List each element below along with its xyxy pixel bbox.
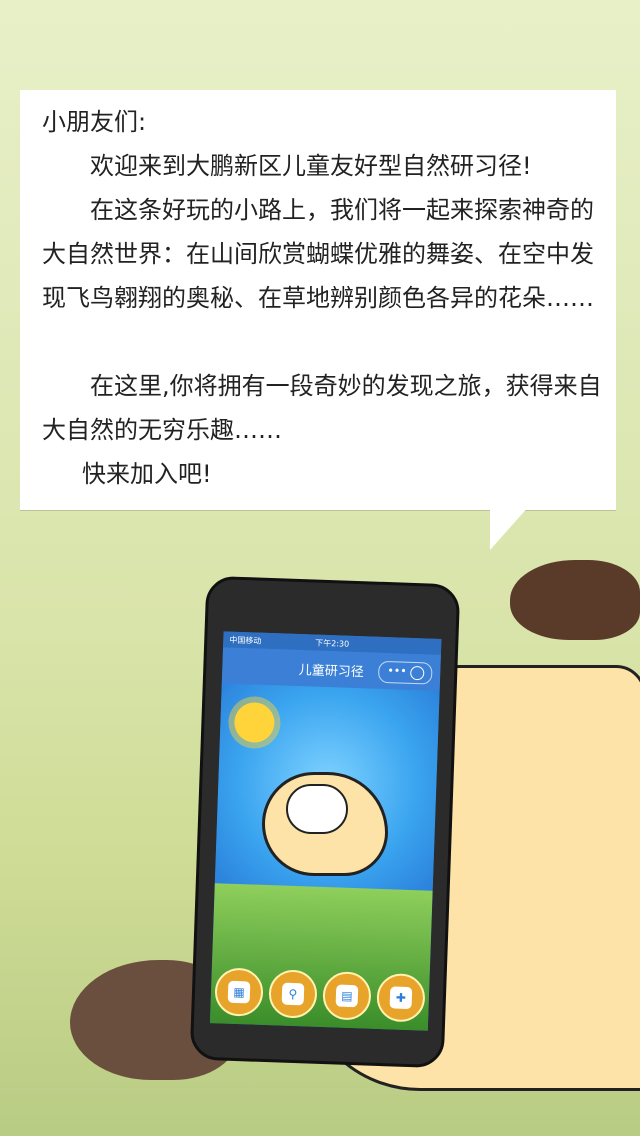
close-icon[interactable] — [410, 665, 425, 681]
mini-program-capsule[interactable]: ••• — [377, 660, 433, 685]
status-time: 下午2:30 — [315, 638, 350, 649]
intro-paragraph-1: 欢迎来到大鹏新区儿童友好型自然研习径! — [90, 152, 532, 180]
map-pin-icon: ⚲ — [281, 982, 305, 1006]
speech-bubble: 小朋友们: 欢迎来到大鹏新区儿童友好型自然研习径! 在这条好玩的小路上，我们将一… — [20, 90, 616, 510]
grid-icon: ▦ — [227, 980, 251, 1004]
explore-button[interactable]: ▦ — [214, 967, 264, 1017]
intro-paragraph-3: 在这里,你将拥有一段奇妙的发现之旅，获得来自大自然的无穷乐趣…… — [42, 372, 602, 444]
intro-paragraph-2: 在这条好玩的小路上，我们将一起来探索神奇的大自然世界：在山间欣赏蝴蝶优雅的舞姿、… — [42, 196, 594, 312]
more-icon[interactable]: ••• — [387, 664, 407, 678]
wild-boar-illustration — [510, 560, 640, 640]
thumbnail-illustration — [286, 784, 348, 834]
carrier-text: 中国移动 — [229, 635, 262, 646]
app-bottom-buttons: ▦ ⚲ ▤ ✚ — [214, 967, 426, 1023]
observe-button[interactable]: ▤ — [322, 971, 372, 1021]
map-button[interactable]: ⚲ — [268, 969, 318, 1019]
book-icon: ▤ — [335, 984, 359, 1008]
intro-paragraph-4: 快来加入吧! — [82, 460, 212, 488]
speech-bubble-tail — [490, 505, 530, 550]
gamepad-icon: ✚ — [389, 986, 413, 1010]
game-button[interactable]: ✚ — [376, 972, 426, 1023]
greeting-text: 小朋友们: — [42, 108, 147, 136]
